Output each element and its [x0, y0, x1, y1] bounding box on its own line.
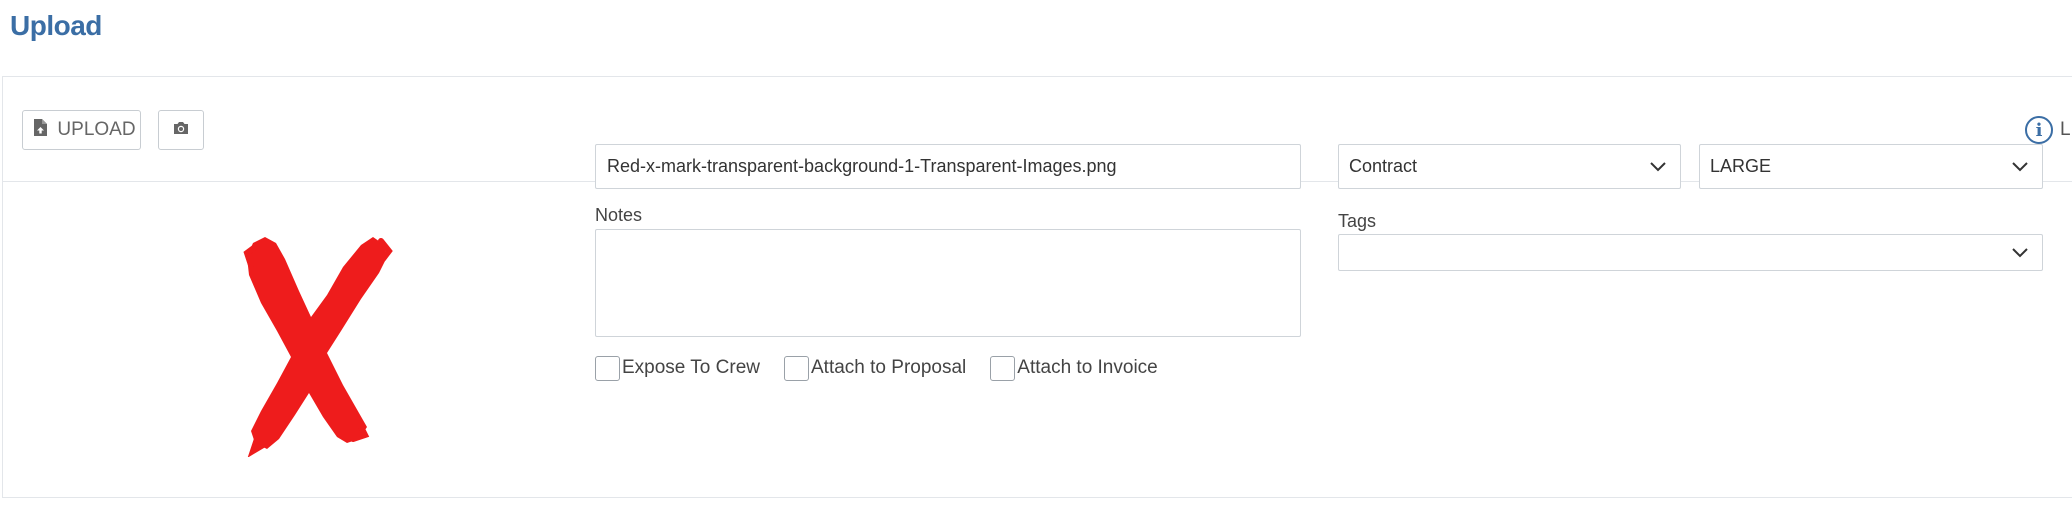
- page-title: Upload: [10, 10, 102, 41]
- size-select[interactable]: LARGE: [1699, 144, 2043, 189]
- image-preview: [203, 207, 403, 458]
- checkbox-label: Expose To Crew: [622, 357, 760, 378]
- chevron-down-icon: [1648, 160, 1668, 174]
- red-x-mark-image: [243, 237, 393, 458]
- checkbox-label: Attach to Proposal: [811, 357, 967, 378]
- notes-textarea[interactable]: [595, 229, 1301, 337]
- document-type-value: Contract: [1349, 156, 1418, 176]
- filename-value: Red-x-mark-transparent-background-1-Tran…: [607, 156, 1117, 176]
- checkbox-label: Attach to Invoice: [1017, 357, 1158, 378]
- file-upload-icon: [33, 118, 48, 142]
- upload-button[interactable]: UPLOAD: [22, 110, 141, 150]
- attach-to-proposal-checkbox[interactable]: Attach to Proposal: [784, 355, 967, 381]
- notes-label: Notes: [595, 205, 643, 225]
- filename-input[interactable]: Red-x-mark-transparent-background-1-Tran…: [595, 144, 1301, 189]
- checkbox-box[interactable]: [990, 355, 1016, 381]
- info-text[interactable]: L: [2060, 119, 2071, 141]
- chevron-down-icon: [2010, 160, 2030, 174]
- tags-label: Tags: [1338, 211, 1377, 231]
- checkbox-box[interactable]: [784, 355, 809, 381]
- info-icon[interactable]: i: [2025, 116, 2053, 144]
- checkbox-row: Expose To Crew Attach to Proposal Attach…: [595, 354, 1182, 382]
- document-type-select[interactable]: Contract: [1338, 144, 1681, 189]
- checkbox-box[interactable]: [595, 355, 620, 381]
- attach-to-invoice-checkbox[interactable]: Attach to Invoice: [990, 355, 1158, 381]
- tags-select[interactable]: [1338, 234, 2043, 271]
- camera-icon: [173, 119, 189, 141]
- chevron-down-icon: [2010, 246, 2030, 260]
- size-value: LARGE: [1710, 156, 1772, 176]
- expose-to-crew-checkbox[interactable]: Expose To Crew: [595, 355, 760, 381]
- upload-button-label: UPLOAD: [57, 119, 136, 140]
- camera-button[interactable]: [158, 110, 204, 150]
